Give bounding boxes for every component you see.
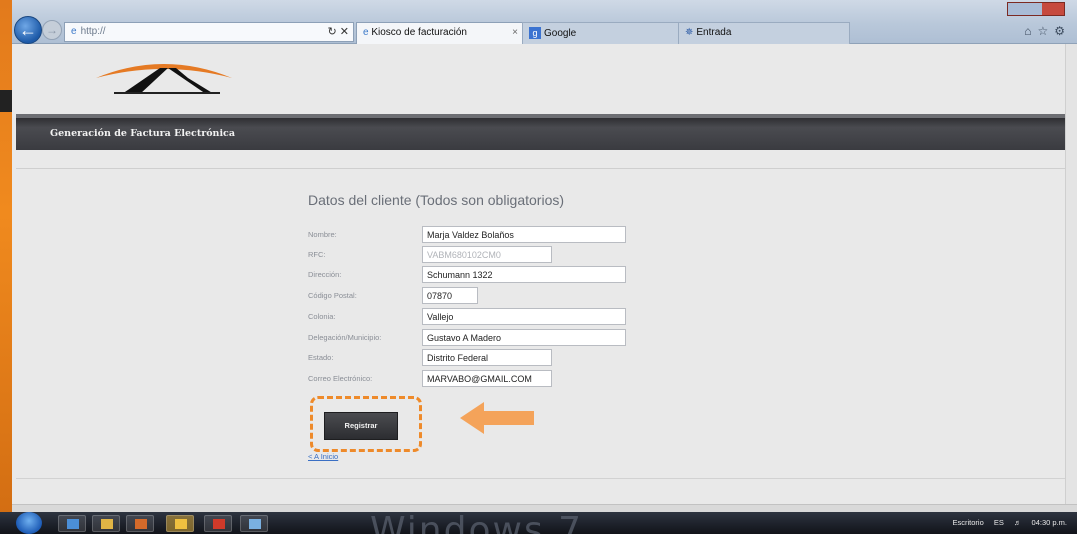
tab-entrada[interactable]: ✵ Entrada (678, 22, 850, 44)
footer-divider (16, 478, 1065, 479)
label-colonia: Colonia: (308, 312, 336, 321)
toolbar-icons[interactable]: ⌂☆⚙ (1024, 24, 1071, 38)
taskbar-explorer-icon[interactable] (92, 515, 120, 532)
desktop-edge (0, 0, 12, 534)
address-bar[interactable]: e http:// ↻ ✕ (64, 22, 354, 42)
correo-input[interactable]: MARVABO@GMAIL.COM (422, 370, 552, 387)
language-indicator[interactable]: ES (994, 518, 1004, 527)
label-nombre: Nombre: (308, 230, 337, 239)
favorites-star-icon[interactable]: ☆ (1037, 24, 1054, 38)
register-button[interactable]: Registrar (324, 412, 398, 440)
label-codigo-postal: Código Postal: (308, 291, 357, 300)
address-controls[interactable]: ↻ ✕ (328, 25, 350, 38)
colonia-input[interactable]: Vallejo (422, 308, 626, 325)
gear-icon[interactable]: ⚙ (1054, 24, 1071, 38)
ie-page-icon: e (71, 26, 77, 37)
windows-watermark: Windows 7 (370, 510, 584, 534)
vertical-scrollbar[interactable] (1065, 44, 1077, 504)
label-delegacion: Delegación/Municipio: (308, 333, 382, 342)
company-logo (96, 64, 232, 94)
tab-google[interactable]: g Google (522, 22, 680, 44)
window-controls[interactable] (1007, 2, 1065, 16)
taskbar-ie-icon[interactable] (58, 515, 86, 532)
divider (16, 168, 1065, 169)
tab-kiosco-label: Kiosco de facturación (371, 27, 467, 38)
start-button[interactable] (16, 512, 42, 534)
delegacion-input[interactable]: Gustavo A Madero (422, 329, 626, 346)
browser-toolbar: ← → e http:// ↻ ✕ e Kiosco de facturación… (12, 0, 1077, 44)
rfc-input[interactable]: VABM680102CM0 (422, 246, 552, 263)
google-icon: g (529, 27, 541, 39)
back-to-start-link[interactable]: < A Inicio (308, 452, 338, 461)
taskbar-media-icon[interactable] (126, 515, 154, 532)
tab-kiosco[interactable]: e Kiosco de facturación × (356, 22, 524, 44)
entrada-icon: ✵ (685, 27, 694, 38)
volume-icon[interactable]: ♬ (1014, 518, 1022, 527)
label-direccion: Dirección: (308, 270, 342, 279)
browser-window: ← → e http:// ↻ ✕ e Kiosco de facturación… (12, 0, 1077, 512)
system-tray[interactable]: Escritorio ES ♬ 04:30 p.m. (944, 518, 1067, 527)
tab-google-label: Google (544, 28, 577, 39)
address-text: http:// (80, 26, 106, 37)
label-rfc: RFC: (308, 250, 326, 259)
page-content: Generación de Factura Electrónica Datos … (12, 44, 1065, 504)
form-title: Datos del cliente (Todos son obligatorio… (308, 192, 565, 208)
pointer-arrow-icon (460, 402, 534, 434)
back-arrow-icon[interactable]: ← (14, 16, 42, 44)
taskbar-app-icon[interactable] (204, 515, 232, 532)
clock[interactable]: 04:30 p.m. (1032, 518, 1067, 527)
codigo-postal-input[interactable]: 07870 (422, 287, 478, 304)
estado-input[interactable]: Distrito Federal (422, 349, 552, 366)
taskbar: Windows 7 Escritorio ES ♬ 04:30 p.m. (0, 510, 1077, 534)
label-correo: Correo Electrónico: (308, 374, 373, 383)
forward-arrow-icon[interactable]: → (42, 20, 62, 40)
tab-entrada-label: Entrada (696, 27, 732, 38)
page-title: Generación de Factura Electrónica (50, 128, 235, 139)
nombre-input[interactable]: Marja Valdez Bolaños (422, 226, 626, 243)
close-tab-icon[interactable]: × (512, 27, 518, 38)
desktop-label: Escritorio (952, 518, 984, 527)
taskbar-window-icon[interactable] (240, 515, 268, 532)
taskbar-folder-icon[interactable] (166, 515, 194, 532)
direccion-input[interactable]: Schumann 1322 (422, 266, 626, 283)
label-estado: Estado: (308, 353, 334, 362)
home-icon[interactable]: ⌂ (1024, 24, 1037, 38)
header-bar: Generación de Factura Electrónica (16, 114, 1065, 150)
